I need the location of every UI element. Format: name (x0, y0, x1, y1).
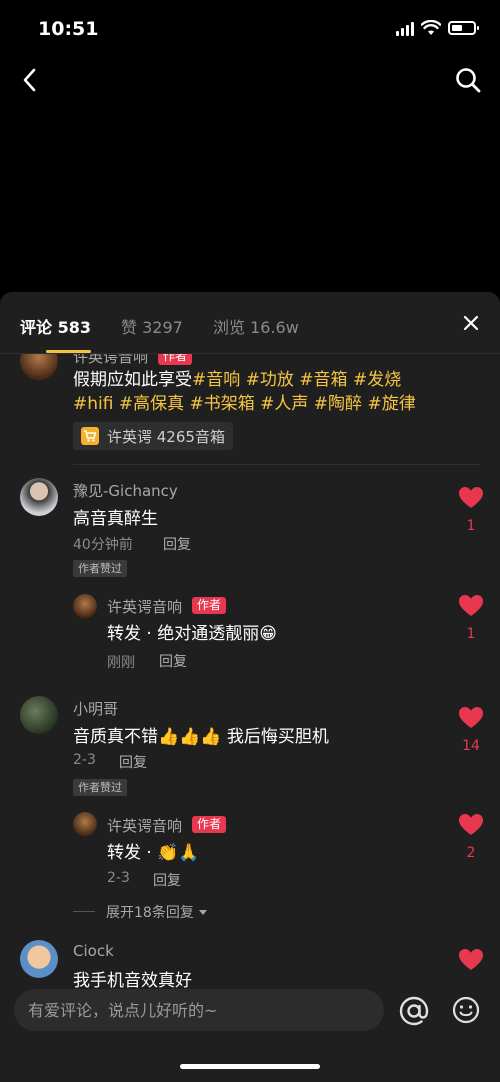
product-card[interactable]: 许英谔 4265音箱 (73, 422, 233, 450)
heart-icon (459, 949, 483, 970)
status-bar: 10:51 (0, 0, 500, 60)
tab-indicator (46, 350, 91, 353)
reply-time: 2-3 (107, 870, 130, 886)
reply-button[interactable]: 回复 (119, 752, 147, 772)
back-icon (23, 68, 36, 92)
reply-author-name[interactable]: 许英谔音响 (107, 596, 182, 617)
post-hashtags-1[interactable]: #音响 #功放 #音箱 #发烧 (192, 370, 401, 390)
home-indicator (180, 1064, 320, 1069)
like-count: 14 (462, 738, 480, 754)
like-button[interactable]: 1 (458, 594, 484, 642)
emoji-icon[interactable] (452, 996, 480, 1024)
author-avatar[interactable] (73, 812, 97, 836)
post-text-line1: 假期应如此享受#音响 #功放 #音箱 #发烧 (73, 365, 401, 390)
post-text-plain: 假期应如此享受 (73, 370, 192, 390)
like-button[interactable]: 1 (458, 486, 484, 534)
user-avatar[interactable] (20, 940, 58, 978)
author-badge: 作者 (192, 597, 227, 614)
author-avatar[interactable] (20, 354, 58, 380)
comment-text: 我手机音效真好 (73, 971, 192, 989)
tab-comments[interactable]: 评论 583 (20, 314, 91, 338)
comment-tabs: 评论 583 赞 3297 浏览 16.6w (0, 292, 500, 354)
search-button[interactable] (450, 62, 486, 98)
reply-author-name[interactable]: 许英谔音响 (107, 815, 182, 836)
comment-list[interactable]: 许英谔音响 作者 假期应如此享受#音响 #功放 #音箱 #发烧 #hifi #高… (0, 354, 500, 989)
comment-author-name[interactable]: 小明哥 (73, 698, 118, 719)
comment-input[interactable] (14, 989, 384, 1031)
reply-text: 转发 · 绝对通透靓丽😁 (107, 624, 277, 644)
author-liked-badge: 作者赞过 (73, 779, 127, 796)
like-count: 1 (466, 626, 476, 642)
heart-icon (459, 487, 483, 508)
search-icon (456, 68, 481, 93)
comment-time: 40分钟前 (73, 537, 133, 553)
comment-panel: 评论 583 赞 3297 浏览 16.6w 许英谔音响 作者 假期应如此享受#… (0, 292, 500, 1082)
comment-text: 音质真不错👍👍👍 我后悔买胆机 (73, 727, 329, 747)
close-icon[interactable] (460, 312, 482, 334)
tab-likes[interactable]: 赞 3297 (121, 314, 183, 338)
like-button[interactable] (458, 948, 484, 976)
tab-views[interactable]: 浏览 16.6w (213, 314, 299, 338)
divider (73, 464, 480, 465)
reply-time: 刚刚 (107, 655, 135, 671)
author-badge: 作者 (158, 354, 193, 365)
heart-icon (459, 814, 483, 835)
like-button[interactable]: 14 (458, 706, 484, 754)
expand-replies-label: 展开18条回复 (106, 905, 194, 921)
expand-divider (73, 911, 95, 912)
chevron-down-icon (199, 910, 208, 915)
cart-icon (81, 427, 99, 445)
comment-input-bar (0, 989, 500, 1082)
reply-button[interactable]: 回复 (159, 651, 187, 671)
comment-author-name[interactable]: Ciock (73, 942, 114, 960)
comment-text: 高音真醉生 (73, 509, 158, 529)
comment-author-name[interactable]: 豫见-Gichancy (73, 480, 178, 501)
like-count: 2 (466, 845, 476, 861)
heart-icon (459, 595, 483, 616)
battery-icon (448, 21, 479, 35)
like-button[interactable]: 2 (458, 813, 484, 861)
like-count: 1 (466, 518, 476, 534)
expand-replies-button[interactable]: 展开18条回复 (106, 902, 208, 922)
wifi-icon (421, 20, 441, 35)
user-avatar[interactable] (20, 478, 58, 516)
product-name: 许英谔 4265音箱 (107, 427, 225, 446)
back-button[interactable] (12, 62, 48, 98)
post-hashtags-2[interactable]: #hifi #高保真 #书架箱 #人声 #陶醉 #旋律 (73, 389, 416, 414)
heart-icon (459, 707, 483, 728)
author-avatar[interactable] (73, 594, 97, 618)
author-badge: 作者 (192, 816, 227, 833)
user-avatar[interactable] (20, 696, 58, 734)
reply-text: 转发 · 👏🙏 (107, 843, 200, 863)
author-liked-badge: 作者赞过 (73, 560, 127, 577)
reply-button[interactable]: 回复 (153, 870, 181, 890)
comment-time: 2-3 (73, 752, 96, 768)
reply-button[interactable]: 回复 (163, 534, 191, 554)
status-time: 10:51 (38, 18, 99, 40)
signal-icon (396, 22, 414, 36)
at-icon[interactable] (398, 995, 430, 1027)
